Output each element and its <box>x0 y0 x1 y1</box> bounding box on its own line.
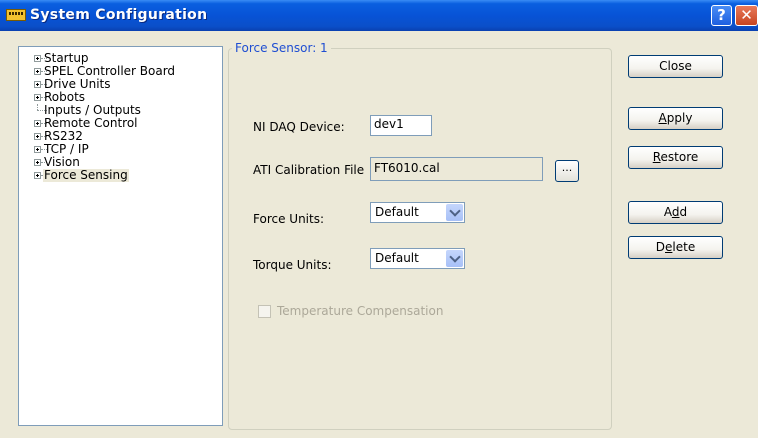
close-window-button[interactable]: ✕ <box>735 5 758 26</box>
torque-units-value: Default <box>375 251 419 265</box>
add-button[interactable]: Add <box>628 201 723 224</box>
apply-mnemonic: A <box>658 111 667 125</box>
force-units-label: Force Units: <box>253 212 325 226</box>
restore-button[interactable]: Restore <box>628 146 723 169</box>
delete-label: lete <box>672 240 696 254</box>
calibration-file-label: ATI Calibration File <box>253 163 365 177</box>
apply-button[interactable]: Apply <box>628 107 723 130</box>
chevron-down-icon[interactable] <box>446 204 463 221</box>
expand-icon[interactable] <box>34 81 41 88</box>
config-tree[interactable]: Startup SPEL Controller Board Drive Unit… <box>18 46 223 426</box>
apply-label: pply <box>666 111 693 125</box>
expand-icon[interactable] <box>34 68 41 75</box>
temperature-compensation-checkbox[interactable] <box>258 305 271 318</box>
close-button[interactable]: Close <box>628 55 723 78</box>
expand-icon[interactable] <box>34 120 41 127</box>
temperature-compensation-label: Temperature Compensation <box>277 304 444 318</box>
help-button[interactable]: ? <box>711 5 732 26</box>
delete-button[interactable]: Delete <box>628 236 723 259</box>
group-title: Force Sensor: 1 <box>232 42 331 55</box>
force-units-select[interactable]: Default <box>370 202 465 223</box>
expand-icon[interactable] <box>34 172 41 179</box>
expand-icon[interactable] <box>34 133 41 140</box>
window-title: System Configuration <box>30 7 208 23</box>
title-bar: System Configuration ? ✕ <box>0 0 758 31</box>
browse-button[interactable]: ... <box>555 160 579 182</box>
restore-mnemonic: R <box>652 150 661 164</box>
torque-units-select[interactable]: Default <box>370 248 465 269</box>
daq-device-input[interactable]: dev1 <box>370 115 432 136</box>
close-button-label: Close <box>659 59 692 73</box>
tree-item-label-selected: Force Sensing <box>43 168 129 182</box>
add-label: d <box>679 205 688 219</box>
app-icon <box>6 9 26 21</box>
delete-prefix: D <box>655 240 666 254</box>
expand-icon[interactable] <box>34 55 41 62</box>
expand-icon[interactable] <box>34 94 41 101</box>
torque-units-label: Torque Units: <box>253 258 332 272</box>
chevron-down-icon[interactable] <box>446 250 463 267</box>
add-mnemonic: d <box>671 205 680 219</box>
restore-label: estore <box>660 150 699 164</box>
calibration-file-field[interactable]: FT6010.cal <box>370 157 543 181</box>
add-prefix: A <box>663 205 672 219</box>
force-sensor-group <box>228 48 612 430</box>
expand-icon[interactable] <box>34 146 41 153</box>
daq-device-label: NI DAQ Device: <box>253 120 345 134</box>
expand-icon[interactable] <box>34 159 41 166</box>
force-units-value: Default <box>375 205 419 219</box>
